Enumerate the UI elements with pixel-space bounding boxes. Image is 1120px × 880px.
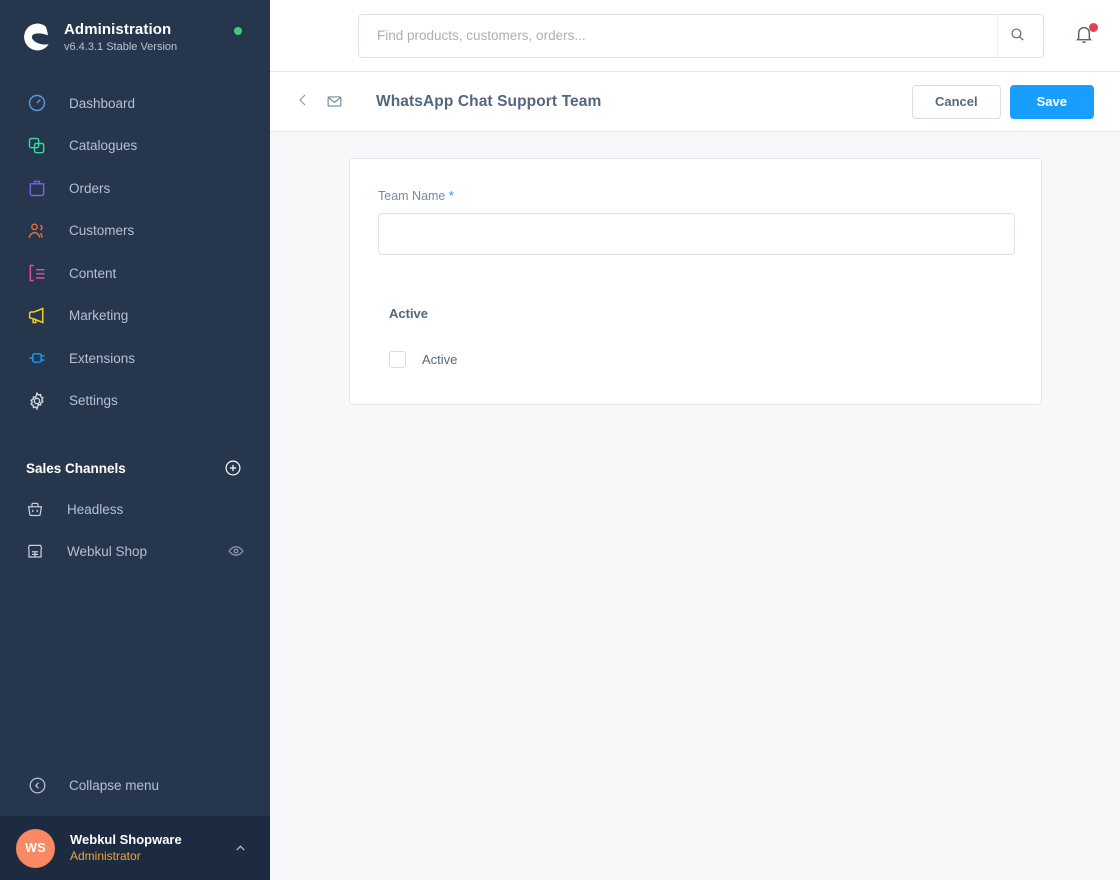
plus-circle-icon[interactable] [224, 459, 242, 477]
app-root: Administration v6.4.3.1 Stable Version D… [0, 0, 1120, 880]
active-checkbox-row[interactable]: Active [389, 351, 1013, 368]
brand-version: v6.4.3.1 Stable Version [64, 40, 178, 53]
chevron-left-icon [295, 92, 311, 111]
collapse-left-icon [26, 774, 48, 796]
sidebar-item-label: Marketing [69, 308, 129, 324]
sidebar: Administration v6.4.3.1 Stable Version D… [0, 0, 270, 880]
sidebar-item-catalogues[interactable]: Catalogues [0, 125, 270, 168]
search-input[interactable] [377, 14, 998, 57]
active-checkbox[interactable] [389, 351, 406, 368]
sidebar-item-label: Webkul Shop [67, 543, 148, 559]
marketing-icon [26, 305, 48, 327]
notification-badge [1089, 22, 1098, 32]
storefront-icon [24, 540, 46, 562]
sidebar-item-marketing[interactable]: Marketing [0, 295, 270, 338]
collapse-menu-button[interactable]: Collapse menu [0, 762, 270, 808]
notifications-button[interactable] [1066, 18, 1102, 54]
customers-icon [26, 220, 48, 242]
top-bar [270, 0, 1120, 72]
back-button[interactable] [288, 87, 318, 117]
avatar: WS [16, 828, 55, 868]
brand-title: Administration [64, 20, 172, 38]
global-search[interactable] [358, 13, 1045, 58]
team-name-label-text: Team Name [378, 189, 446, 203]
page-title: WhatsApp Chat Support Team [376, 92, 602, 110]
sidebar-item-label: Dashboard [69, 95, 136, 111]
active-checkbox-label: Active [422, 352, 458, 367]
settings-icon [26, 390, 48, 412]
sidebar-item-label: Headless [67, 501, 124, 517]
sidebar-item-orders[interactable]: Orders [0, 167, 270, 210]
page-actions: Cancel Save [911, 84, 1094, 119]
sidebar-item-label: Catalogues [69, 138, 138, 154]
sidebar-item-label: Orders [69, 180, 111, 196]
main-area: WhatsApp Chat Support Team Cancel Save T… [270, 0, 1120, 880]
sales-channels-header: Sales Channels [0, 448, 270, 488]
team-form-card: Team Name * Active Active [349, 158, 1042, 405]
sidebar-item-dashboard[interactable]: Dashboard [0, 82, 270, 125]
main-navigation: Dashboard Catalogues Orders Customers Co… [0, 82, 270, 422]
search-button[interactable] [997, 14, 1037, 57]
inbox-icon [320, 88, 348, 116]
user-name: Webkul Shopware [70, 831, 182, 847]
sidebar-item-headless[interactable]: Headless [0, 488, 270, 530]
required-marker: * [448, 189, 454, 203]
team-name-input[interactable] [378, 213, 1015, 255]
search-icon [1009, 26, 1026, 46]
collapse-menu-label: Collapse menu [69, 777, 160, 793]
sidebar-item-customers[interactable]: Customers [0, 210, 270, 253]
sidebar-item-settings[interactable]: Settings [0, 380, 270, 423]
sidebar-item-extensions[interactable]: Extensions [0, 337, 270, 380]
extensions-icon [26, 347, 48, 369]
sidebar-item-label: Settings [69, 393, 118, 409]
save-button[interactable]: Save [1009, 84, 1094, 119]
basket-icon [24, 498, 46, 520]
dashboard-icon [26, 92, 48, 114]
eye-icon[interactable] [228, 543, 244, 559]
page-header: WhatsApp Chat Support Team Cancel Save [270, 72, 1120, 132]
active-section-title: Active [389, 306, 429, 321]
sales-channels-title: Sales Channels [26, 460, 126, 476]
team-name-label: Team Name * [378, 189, 1013, 203]
chevron-up-icon[interactable] [233, 841, 248, 856]
shopware-logo-icon [16, 18, 54, 56]
brand-block: Administration v6.4.3.1 Stable Version [0, 0, 270, 70]
user-role: Administrator [70, 848, 141, 863]
sidebar-item-content[interactable]: Content [0, 252, 270, 295]
sidebar-item-webkul-shop[interactable]: Webkul Shop [0, 530, 270, 572]
cancel-button[interactable]: Cancel [911, 84, 1001, 119]
user-menu[interactable]: WS Webkul Shopware Administrator [0, 816, 270, 880]
content-icon [26, 262, 48, 284]
page-content: Team Name * Active Active [270, 132, 1120, 880]
sidebar-item-label: Extensions [69, 350, 136, 366]
sidebar-item-label: Content [69, 265, 117, 281]
sidebar-item-label: Customers [69, 223, 135, 239]
orders-icon [26, 177, 48, 199]
catalogues-icon [26, 135, 48, 157]
status-dot [234, 27, 242, 35]
